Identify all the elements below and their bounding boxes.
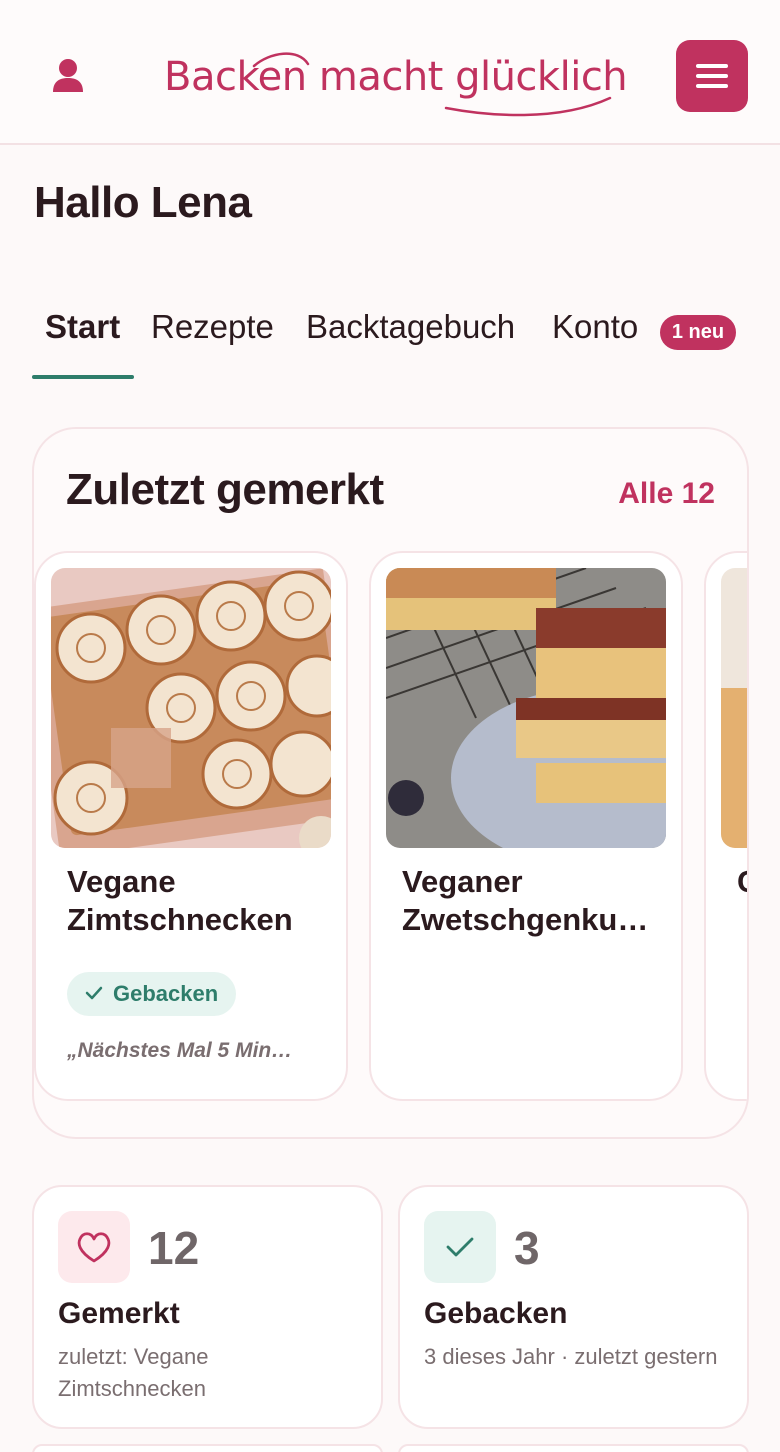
stat-icon-box bbox=[424, 1211, 496, 1283]
stat-subtext: zuletzt: Vegane Zimtschnecken bbox=[58, 1344, 209, 1401]
recipe-image-cinnamon-rolls bbox=[51, 568, 331, 848]
heart-icon bbox=[77, 1232, 111, 1263]
user-icon bbox=[53, 59, 83, 92]
site-logo[interactable]: Backen macht glücklich bbox=[158, 40, 628, 124]
recipe-card[interactable]: Veganer Zwetschgenku… bbox=[369, 551, 683, 1101]
stat-icon-box bbox=[58, 1211, 130, 1283]
stat-label: Gebacken bbox=[424, 1297, 568, 1330]
stat-value: 3 bbox=[514, 1222, 540, 1274]
recipe-title: Veganer Zwetschgenku… bbox=[402, 864, 649, 937]
tab-backtagebuch[interactable]: Backtagebuch bbox=[306, 308, 515, 346]
konto-badge: 1 neu bbox=[660, 315, 736, 350]
stat-value: 12 bbox=[148, 1222, 200, 1274]
account-button[interactable] bbox=[46, 54, 90, 98]
stat-card[interactable] bbox=[32, 1444, 383, 1452]
recipe-card[interactable]: C A bbox=[704, 551, 747, 1101]
check-icon bbox=[85, 986, 103, 1000]
section-title: Zuletzt gemerkt bbox=[66, 465, 384, 514]
greeting-heading: Hallo Lena bbox=[34, 178, 252, 227]
recipe-title: C A bbox=[737, 863, 747, 901]
check-icon bbox=[446, 1237, 474, 1257]
recipe-image-plum-cake bbox=[386, 568, 666, 848]
tab-konto[interactable]: Konto bbox=[552, 308, 638, 346]
recipe-note: „Nächstes Mal 5 Min… bbox=[67, 1039, 293, 1062]
tab-start[interactable]: Start bbox=[45, 308, 120, 346]
show-all-link[interactable]: Alle 12 bbox=[618, 477, 715, 511]
tab-bar: Start Rezepte Backtagebuch Konto 1 neu bbox=[0, 300, 780, 382]
tab-rezepte[interactable]: Rezepte bbox=[151, 308, 274, 346]
recipe-title: Vegane Zimtschnecken bbox=[67, 864, 293, 937]
logo-text: Backen macht glücklich bbox=[164, 54, 628, 100]
stat-card-saved[interactable]: 12 Gemerkt zuletzt: Vegane Zimtschnecken bbox=[32, 1185, 383, 1429]
stat-subtext: 3 dieses Jahr · zuletzt gestern bbox=[424, 1344, 718, 1369]
status-label: Gebacken bbox=[113, 981, 219, 1006]
stat-label: Gemerkt bbox=[58, 1297, 180, 1330]
stat-card[interactable] bbox=[398, 1444, 749, 1452]
recipe-image bbox=[721, 568, 747, 848]
menu-button[interactable] bbox=[676, 40, 748, 112]
app-header: Backen macht glücklich bbox=[0, 0, 780, 145]
active-tab-indicator bbox=[32, 375, 134, 379]
saved-recipes-section: Zuletzt gemerkt Alle 12 Vegane Zimtschne… bbox=[32, 427, 749, 1139]
hamburger-icon bbox=[696, 64, 728, 68]
stat-card-baked[interactable]: 3 Gebacken 3 dieses Jahr · zuletzt geste… bbox=[398, 1185, 749, 1429]
baked-status-badge: Gebacken bbox=[67, 972, 237, 1016]
recipe-card[interactable]: Vegane Zimtschnecken Gebacken „Nächstes … bbox=[34, 551, 348, 1101]
